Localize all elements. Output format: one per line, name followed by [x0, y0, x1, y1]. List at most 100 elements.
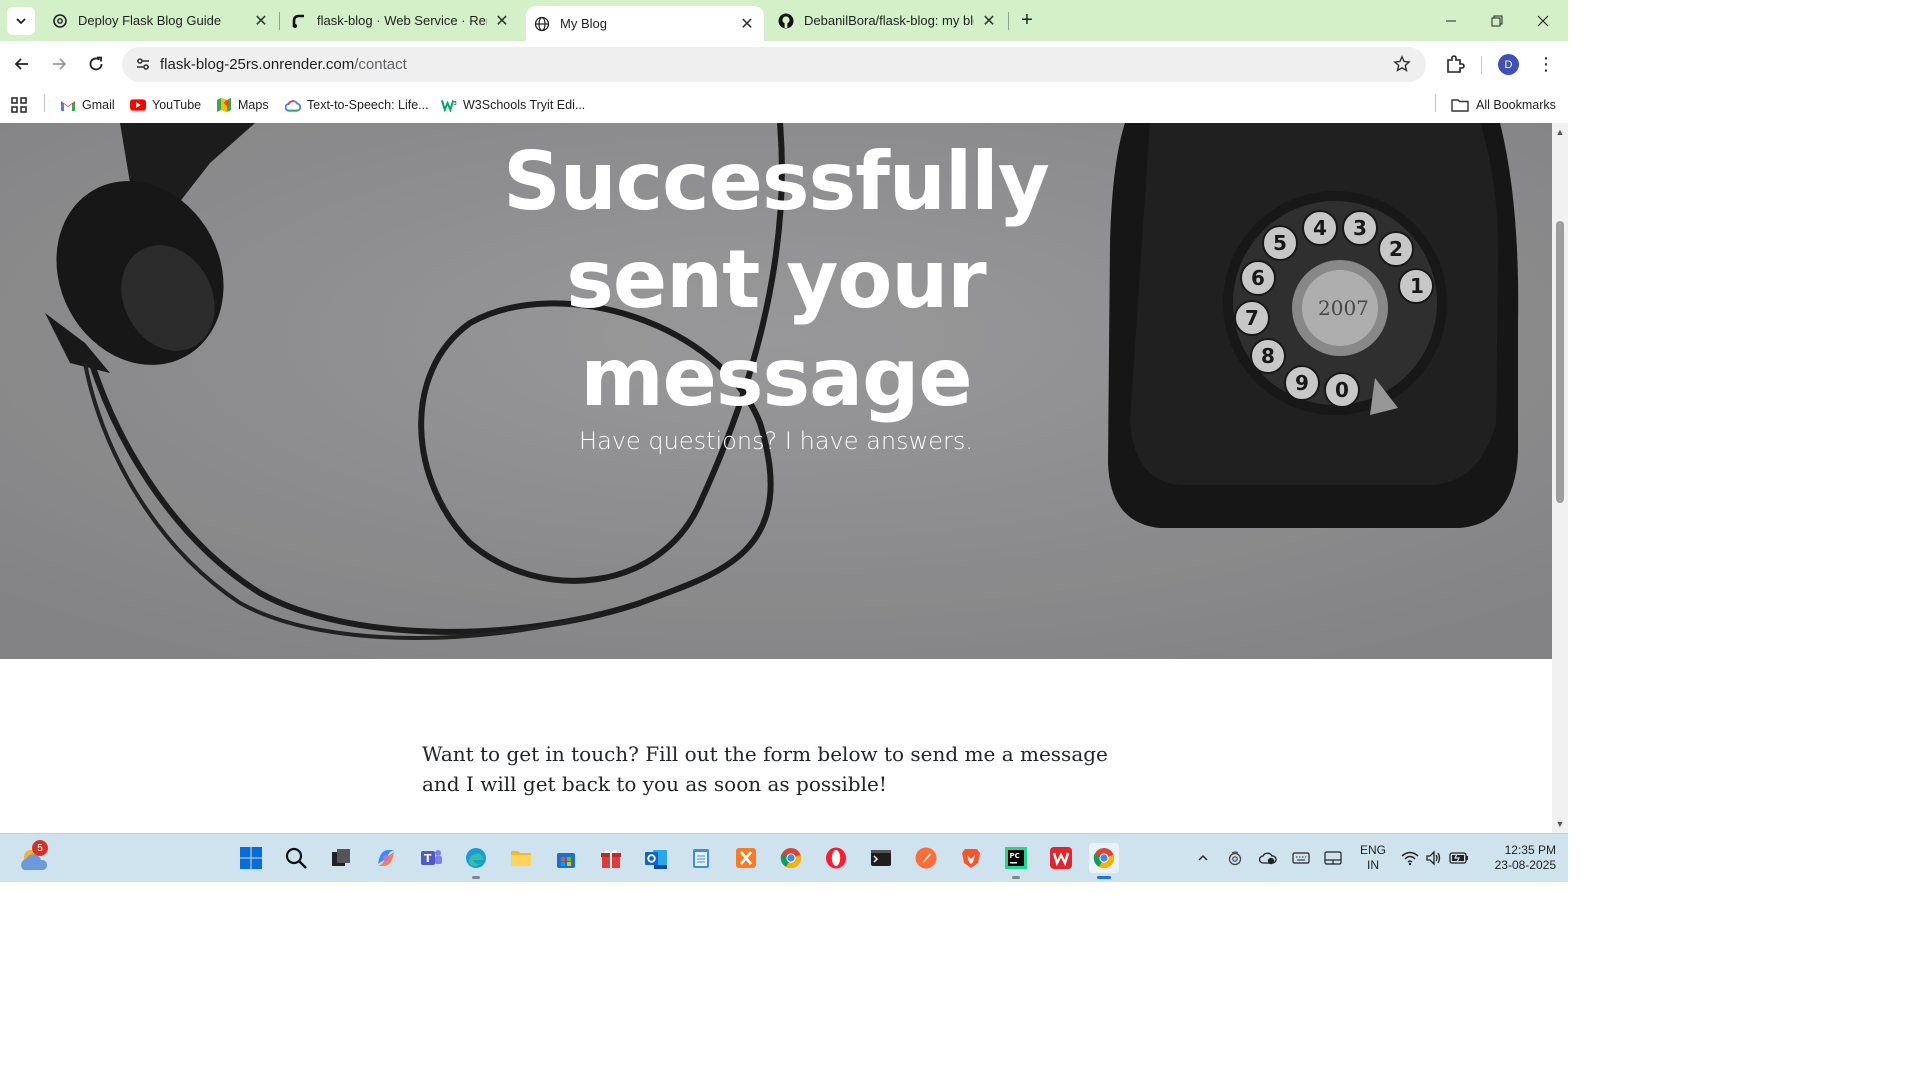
outlook-new-app[interactable] [641, 843, 671, 873]
tray-app[interactable] [1224, 847, 1246, 869]
toolbar-divider [1481, 56, 1482, 74]
terminal-app[interactable] [866, 843, 896, 873]
weather-widget[interactable]: 5 [18, 840, 50, 874]
tray-app-icon [1228, 851, 1242, 866]
notepad-app[interactable] [686, 843, 716, 873]
outlook-icon [645, 850, 667, 869]
wps-office-app[interactable] [1046, 843, 1076, 873]
store-icon [557, 853, 575, 868]
tab-title: My Blog [560, 16, 607, 31]
chevron-up-icon [1198, 854, 1208, 861]
forward-button[interactable] [45, 50, 73, 78]
close-tab-icon[interactable]: ✕ [252, 12, 270, 30]
profile-avatar[interactable]: D [1498, 54, 1519, 75]
browser-menu-button[interactable]: ⋮ [1536, 52, 1556, 76]
close-tab-icon[interactable]: ✕ [738, 15, 756, 33]
bookmark-gmail[interactable]: Gmail [60, 94, 115, 116]
running-indicator [472, 876, 480, 879]
touch-keyboard-button[interactable] [1290, 847, 1312, 869]
pycharm-app[interactable]: PC [1001, 843, 1031, 879]
touchpad-button[interactable] [1322, 847, 1344, 869]
taskbar-search-button[interactable] [281, 843, 311, 873]
scroll-up-arrow-icon[interactable]: ▲ [1555, 127, 1565, 137]
close-tab-icon[interactable]: ✕ [980, 12, 998, 30]
scrollbar-thumb[interactable] [1556, 221, 1564, 503]
touchpad-icon [1324, 851, 1342, 865]
start-button[interactable] [236, 843, 266, 873]
xampp-icon [736, 848, 756, 868]
apps-button[interactable] [10, 94, 28, 116]
show-hidden-icons-button[interactable] [1192, 847, 1214, 869]
globe-icon [534, 16, 550, 32]
contact-intro-text: Want to get in touch? Fill out the form … [422, 742, 1108, 796]
site-info-button[interactable] [130, 51, 156, 77]
page-viewport: 2007 432 156 789 0 Successfully sent you… [0, 123, 1552, 833]
folder-icon [511, 851, 531, 866]
task-view-icon [332, 849, 350, 866]
svg-text:PC: PC [1010, 852, 1020, 860]
gmail-icon [60, 97, 76, 113]
bookmark-maps[interactable]: Maps [216, 94, 269, 116]
chrome-app[interactable] [776, 843, 806, 873]
tab-my-blog[interactable]: My Blog ✕ [526, 6, 764, 41]
scroll-down-arrow-icon[interactable]: ▼ [1555, 819, 1565, 829]
opera-app[interactable] [821, 843, 851, 873]
tab-divider [1008, 12, 1009, 30]
new-tab-button[interactable]: + [1016, 9, 1038, 31]
postman-app[interactable] [911, 843, 941, 873]
bookmark-youtube[interactable]: YouTube [130, 94, 201, 116]
search-icon [285, 847, 307, 869]
battery-status[interactable] [1448, 847, 1470, 869]
puzzle-icon [1447, 55, 1465, 73]
task-view-button[interactable] [326, 843, 356, 873]
all-bookmarks-button[interactable]: All Bookmarks [1450, 94, 1556, 116]
tab-deploy-flask-blog-guide[interactable]: Deploy Flask Blog Guide ✕ [44, 0, 278, 41]
input-language-indicator[interactable]: ENG IN [1358, 843, 1388, 873]
url-text[interactable]: flask-blog-25rs.onrender.com/contact [160, 56, 407, 73]
chrome-app-active[interactable] [1089, 843, 1119, 879]
keyboard-icon [1292, 852, 1310, 864]
bookmark-star-button[interactable] [1392, 54, 1412, 74]
folder-icon [1450, 97, 1470, 113]
speaker-icon [1426, 850, 1441, 866]
bookmarks-divider [44, 94, 45, 112]
youtube-icon [130, 97, 146, 113]
extensions-button[interactable] [1442, 51, 1468, 77]
close-tab-icon[interactable]: ✕ [493, 12, 511, 30]
tab-title: flask-blog · Web Service · Render [317, 13, 487, 28]
gift-app[interactable] [596, 843, 626, 873]
browser-toolbar: flask-blog-25rs.onrender.com/contact D ⋮ [0, 41, 1568, 87]
restore-button[interactable] [1474, 0, 1520, 41]
notepad-icon [693, 849, 709, 868]
tab-flask-blog-render[interactable]: flask-blog · Web Service · Render ✕ [283, 0, 519, 41]
back-button[interactable] [8, 50, 36, 78]
all-bookmarks-label: All Bookmarks [1476, 98, 1556, 112]
onedrive-sync[interactable] [1257, 847, 1279, 869]
xampp-app[interactable] [731, 843, 761, 873]
bookmark-w3schools[interactable]: 3 W3Schools Tryit Edi... [441, 94, 585, 116]
volume-status[interactable] [1423, 847, 1445, 869]
minimize-button[interactable] [1428, 0, 1474, 41]
microsoft-store-app[interactable] [551, 843, 581, 873]
bookmark-text-to-speech[interactable]: Text-to-Speech: Life... [285, 94, 429, 116]
language-code: ENG [1359, 843, 1386, 857]
brave-app[interactable] [956, 843, 986, 873]
close-window-button[interactable] [1520, 0, 1566, 41]
page-scrollbar[interactable]: ▲ ▼ [1552, 123, 1568, 833]
reload-button[interactable] [82, 50, 110, 78]
edge-icon [466, 848, 486, 868]
tab-search-button[interactable] [7, 7, 35, 35]
network-status[interactable] [1399, 847, 1421, 869]
bookmark-label: Maps [238, 98, 269, 112]
taskbar-clock[interactable]: 12:35 PM 23-08-2025 [1476, 843, 1556, 873]
copilot-icon [378, 850, 394, 866]
file-explorer-app[interactable] [506, 843, 536, 873]
address-bar[interactable]: flask-blog-25rs.onrender.com/contact [122, 47, 1426, 82]
openai-icon [52, 13, 68, 29]
teams-app[interactable]: T [416, 843, 446, 873]
tab-github-flask-blog[interactable]: DebanilBora/flask-blog: my blog ✕ [770, 0, 1006, 41]
copilot-app[interactable] [371, 843, 401, 873]
edge-app[interactable] [461, 843, 491, 879]
battery-charging-icon [1449, 852, 1468, 864]
hero-heading-line: message [580, 331, 972, 424]
